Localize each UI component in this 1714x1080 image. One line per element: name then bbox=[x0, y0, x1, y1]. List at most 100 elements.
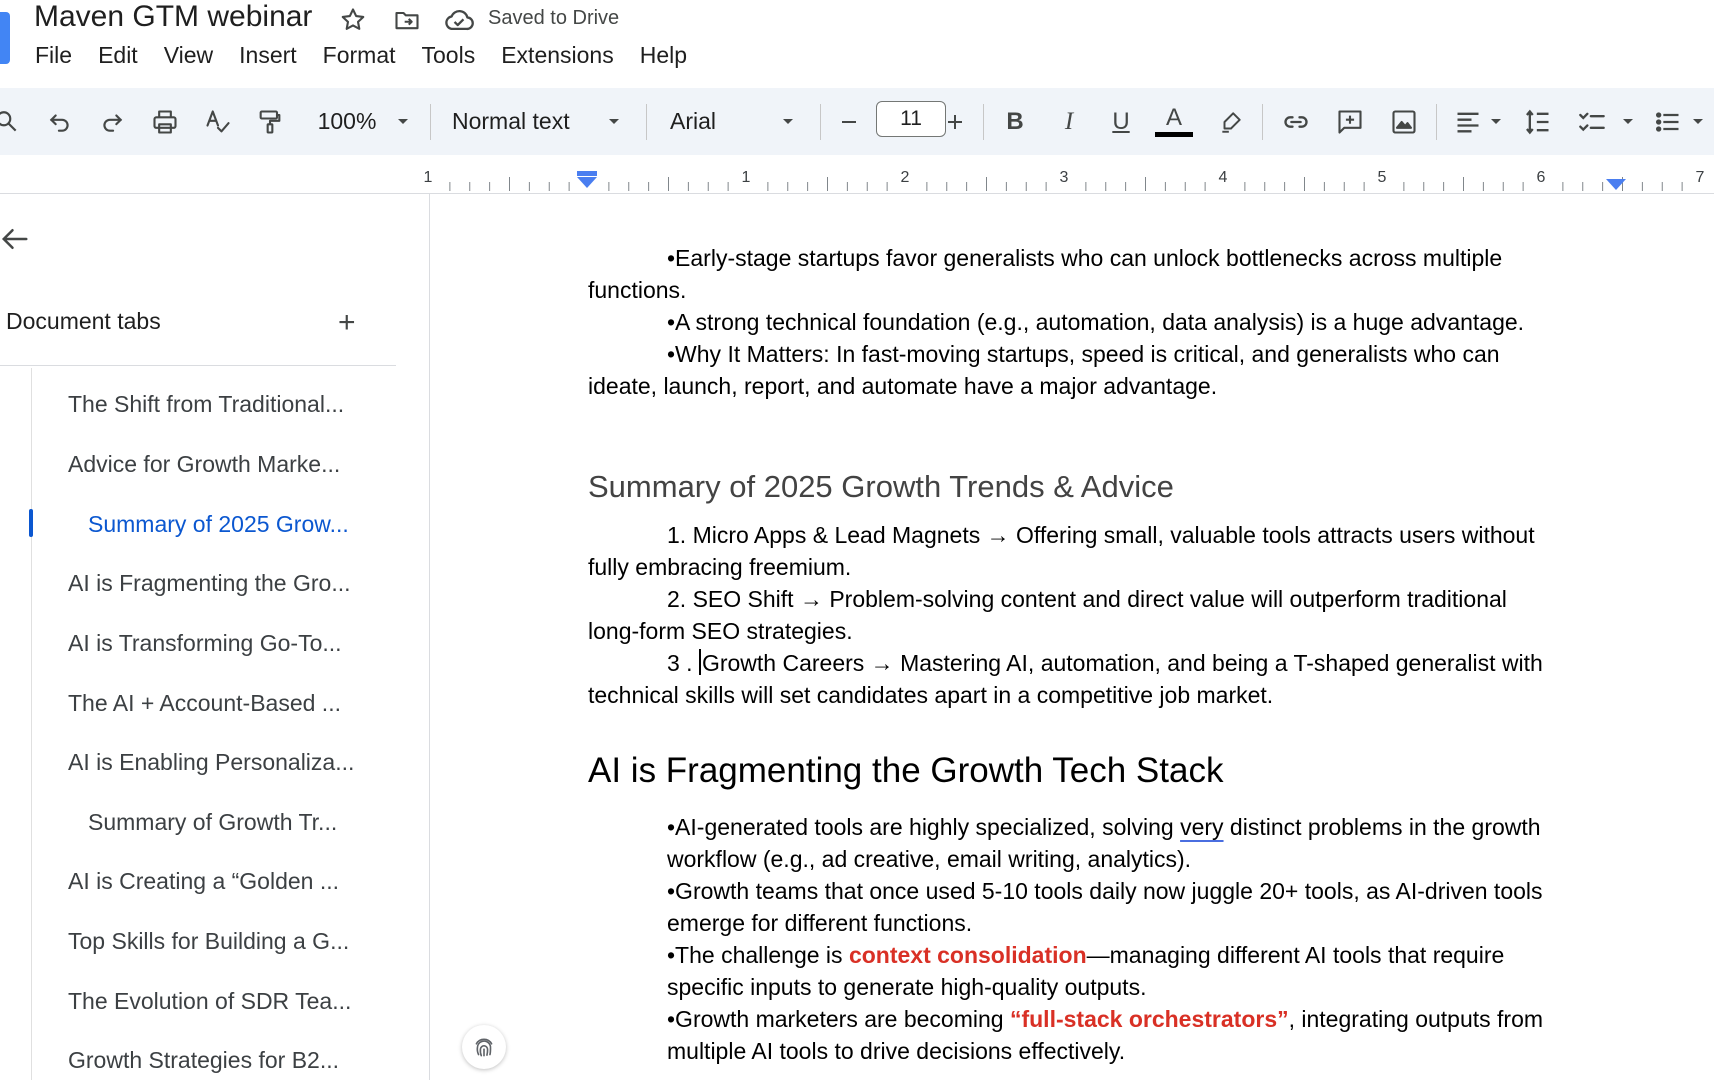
ruler-label: 7 bbox=[1696, 169, 1705, 186]
decrease-font-size-icon[interactable] bbox=[834, 88, 864, 155]
zoom-select[interactable]: 100% bbox=[311, 88, 383, 155]
increase-font-size-icon[interactable] bbox=[940, 88, 970, 155]
numbered-item[interactable]: long-form SEO strategies. bbox=[588, 615, 853, 647]
bullet-text[interactable]: •Growth marketers are becoming “full-sta… bbox=[667, 1003, 1543, 1035]
tab-ai-is-fragmenting[interactable]: AI is Fragmenting the Gro... bbox=[68, 570, 351, 597]
chevron-down-icon[interactable] bbox=[1618, 88, 1638, 155]
bold-button[interactable]: B bbox=[998, 88, 1032, 155]
numbered-item[interactable]: 1. Micro Apps & Lead Magnets → Offering … bbox=[667, 519, 1535, 551]
add-comment-icon[interactable] bbox=[1332, 88, 1368, 155]
tab-growth-strategies-b2b[interactable]: Growth Strategies for B2... bbox=[68, 1047, 339, 1074]
highlighted-phrase: context consolidation bbox=[848, 942, 1087, 968]
spelling-suggestion[interactable]: very bbox=[1180, 814, 1223, 840]
font-select[interactable]: Arial bbox=[670, 88, 750, 155]
menu-bar: File Edit View Insert Format Tools Exten… bbox=[35, 42, 700, 69]
move-to-folder-icon[interactable] bbox=[392, 6, 422, 34]
star-icon[interactable] bbox=[338, 6, 368, 34]
bullet-text[interactable]: functions. bbox=[588, 274, 686, 306]
numbered-item[interactable]: fully embracing freemium. bbox=[588, 551, 851, 583]
insert-image-icon[interactable] bbox=[1386, 88, 1422, 155]
docs-logo-icon[interactable] bbox=[0, 12, 10, 64]
bullet-text[interactable]: •Why It Matters: In fast-moving startups… bbox=[667, 338, 1500, 370]
search-menus-icon[interactable] bbox=[0, 88, 22, 155]
underline-button[interactable]: U bbox=[1104, 88, 1138, 155]
tab-evolution-of-sdr[interactable]: The Evolution of SDR Tea... bbox=[68, 988, 351, 1015]
menu-extensions[interactable]: Extensions bbox=[488, 42, 627, 69]
menu-edit[interactable]: Edit bbox=[85, 42, 151, 69]
ruler-label: 5 bbox=[1378, 169, 1387, 186]
ruler-scale: 1 1 2 3 4 5 6 7 bbox=[0, 155, 1705, 193]
heading-ai-fragmenting[interactable]: AI is Fragmenting the Growth Tech Stack bbox=[588, 751, 1223, 791]
heading-summary-2025[interactable]: Summary of 2025 Growth Trends & Advice bbox=[588, 469, 1174, 505]
ruler-label: 6 bbox=[1537, 169, 1546, 186]
bullet-text[interactable]: •The challenge is context consolidation—… bbox=[667, 939, 1504, 971]
bullet-text[interactable]: multiple AI tools to drive decisions eff… bbox=[667, 1035, 1125, 1067]
tab-top-skills[interactable]: Top Skills for Building a G... bbox=[68, 928, 349, 955]
fingerprint-icon[interactable] bbox=[462, 1025, 506, 1069]
menu-format[interactable]: Format bbox=[310, 42, 409, 69]
tab-ai-is-transforming[interactable]: AI is Transforming Go-To... bbox=[68, 630, 342, 657]
font-size-input[interactable]: 11 bbox=[876, 101, 946, 137]
tab-summary-of-growth-trends[interactable]: Summary of Growth Tr... bbox=[88, 809, 337, 836]
tab-the-shift-from-traditional[interactable]: The Shift from Traditional... bbox=[68, 391, 344, 418]
italic-button[interactable]: I bbox=[1052, 88, 1086, 155]
line-spacing-icon[interactable] bbox=[1520, 88, 1556, 155]
tab-ai-is-enabling-personalization[interactable]: AI is Enabling Personaliza... bbox=[68, 749, 354, 776]
print-icon[interactable] bbox=[148, 88, 182, 155]
tab-advice-for-growth-marketers[interactable]: Advice for Growth Marke... bbox=[68, 451, 340, 478]
toolbar-divider bbox=[1262, 104, 1263, 140]
document-title[interactable]: Maven GTM webinar bbox=[34, 0, 312, 34]
insert-link-icon[interactable] bbox=[1278, 88, 1314, 155]
ruler[interactable]: 1 1 2 3 4 5 6 7 bbox=[0, 155, 1714, 194]
bullet-text[interactable]: •Growth teams that once used 5-10 tools … bbox=[667, 875, 1543, 907]
menu-insert[interactable]: Insert bbox=[226, 42, 310, 69]
text-cursor bbox=[698, 649, 701, 675]
menu-file[interactable]: File bbox=[35, 42, 85, 69]
undo-icon[interactable] bbox=[44, 88, 76, 155]
numbered-item[interactable]: 2. SEO Shift → Problem-solving content a… bbox=[667, 583, 1507, 615]
bullet-text[interactable]: •AI-generated tools are highly specializ… bbox=[667, 811, 1541, 843]
spellcheck-icon[interactable] bbox=[202, 88, 234, 155]
bullet-text[interactable]: specific inputs to generate high-quality… bbox=[667, 971, 1146, 1003]
ruler-margin bbox=[0, 155, 430, 193]
tab-ai-is-creating-golden[interactable]: AI is Creating a “Golden ... bbox=[68, 868, 339, 895]
bullet-text[interactable]: •Early-stage startups favor generalists … bbox=[667, 242, 1502, 274]
add-tab-button[interactable]: + bbox=[338, 308, 356, 338]
toolbar-divider bbox=[983, 104, 984, 140]
tab-summary-of-2025-growth[interactable]: Summary of 2025 Grow... bbox=[88, 511, 349, 538]
text-run: distinct problems in the growth bbox=[1223, 814, 1541, 840]
bullet-text[interactable]: ideate, launch, report, and automate hav… bbox=[588, 370, 1217, 402]
highlight-icon[interactable] bbox=[1214, 88, 1248, 155]
checklist-icon[interactable] bbox=[1574, 88, 1610, 155]
text-color-swatch bbox=[1155, 132, 1193, 137]
align-left-icon[interactable] bbox=[1450, 88, 1486, 155]
bullet-text[interactable]: workflow (e.g., ad creative, email writi… bbox=[667, 843, 1191, 875]
toolbar: 100% Normal text Arial 11 B I U A bbox=[0, 88, 1714, 155]
ruler-label: 1 bbox=[424, 169, 433, 186]
menu-tools[interactable]: Tools bbox=[409, 42, 489, 69]
tab-tree-line bbox=[31, 368, 32, 1080]
toolbar-divider bbox=[646, 104, 647, 140]
bullet-text[interactable]: emerge for different functions. bbox=[667, 907, 972, 939]
redo-icon[interactable] bbox=[96, 88, 128, 155]
cloud-saved-icon[interactable] bbox=[442, 6, 476, 34]
chevron-down-icon[interactable] bbox=[1486, 88, 1506, 155]
numbered-item[interactable]: technical skills will set candidates apa… bbox=[588, 679, 1273, 711]
chevron-down-icon[interactable] bbox=[390, 88, 416, 155]
text-color-button[interactable]: A bbox=[1154, 88, 1194, 155]
bulleted-list-icon[interactable] bbox=[1650, 88, 1686, 155]
menu-help[interactable]: Help bbox=[627, 42, 700, 69]
list-number: 3 . bbox=[667, 650, 699, 676]
paragraph-style-select[interactable]: Normal text bbox=[452, 88, 592, 155]
chevron-down-icon[interactable] bbox=[1688, 88, 1708, 155]
menu-view[interactable]: View bbox=[151, 42, 226, 69]
first-line-indent-marker[interactable] bbox=[577, 171, 597, 188]
paint-format-icon[interactable] bbox=[254, 88, 286, 155]
chevron-down-icon[interactable] bbox=[601, 88, 627, 155]
bullet-text[interactable]: •A strong technical foundation (e.g., au… bbox=[667, 306, 1524, 338]
tab-ai-account-based[interactable]: The AI + Account-Based ... bbox=[68, 690, 341, 717]
numbered-item[interactable]: 3 . Growth Careers → Mastering AI, autom… bbox=[667, 647, 1543, 679]
back-arrow-icon[interactable] bbox=[0, 224, 30, 254]
chevron-down-icon[interactable] bbox=[775, 88, 801, 155]
text-run: •Growth marketers are becoming bbox=[667, 1006, 1010, 1032]
